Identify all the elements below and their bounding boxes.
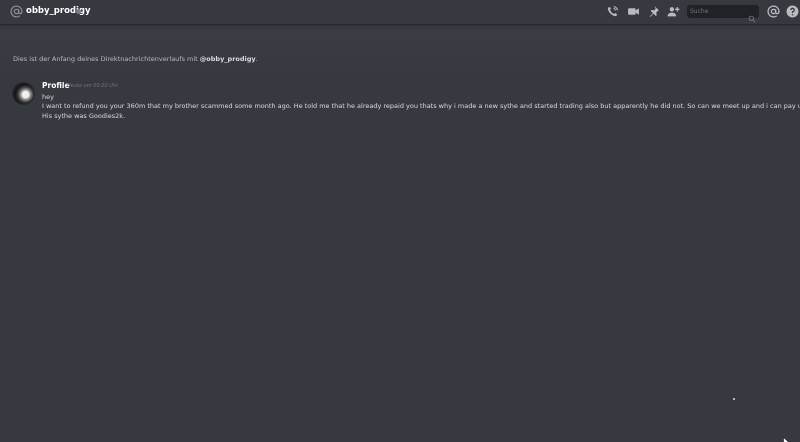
mention-icon[interactable] xyxy=(767,5,780,18)
intro-mention[interactable]: @obby_prodigy xyxy=(200,55,256,63)
message-author[interactable]: Profile xyxy=(42,81,70,90)
search-icon xyxy=(748,8,756,23)
video-call-icon[interactable] xyxy=(627,5,640,18)
pin-icon[interactable] xyxy=(647,5,660,18)
at-icon xyxy=(10,5,23,18)
message-line: His sythe was Goodies2k. xyxy=(42,112,126,120)
search-box[interactable] xyxy=(687,5,759,23)
intro-prefix: Dies ist der Anfang deines Direktnachric… xyxy=(13,55,200,63)
message-line: I want to refund you your 360m that my b… xyxy=(42,102,800,110)
dm-intro-text: Dies ist der Anfang deines Direktnachric… xyxy=(13,55,258,63)
avatar[interactable] xyxy=(12,82,35,105)
help-icon[interactable] xyxy=(786,5,799,18)
status-indicator xyxy=(76,9,81,14)
channel-header: obby_prodigy xyxy=(0,0,800,24)
search-input[interactable] xyxy=(690,5,745,18)
stray-dot xyxy=(733,398,735,400)
add-friend-icon[interactable] xyxy=(667,5,680,18)
mouse-cursor-icon xyxy=(783,432,791,442)
voice-call-icon[interactable] xyxy=(606,5,619,18)
message-line: hey xyxy=(42,93,54,101)
message-timestamp: Heute um 00:20 Uhr xyxy=(67,83,119,89)
dm-window: obby_prodigy Suche Dies ist der Anfang d… xyxy=(0,0,800,442)
intro-suffix: . xyxy=(255,55,258,63)
message-group: Profile Heute um 00:20 Uhr hey I want to… xyxy=(0,80,800,125)
history-placeholder xyxy=(0,30,800,78)
